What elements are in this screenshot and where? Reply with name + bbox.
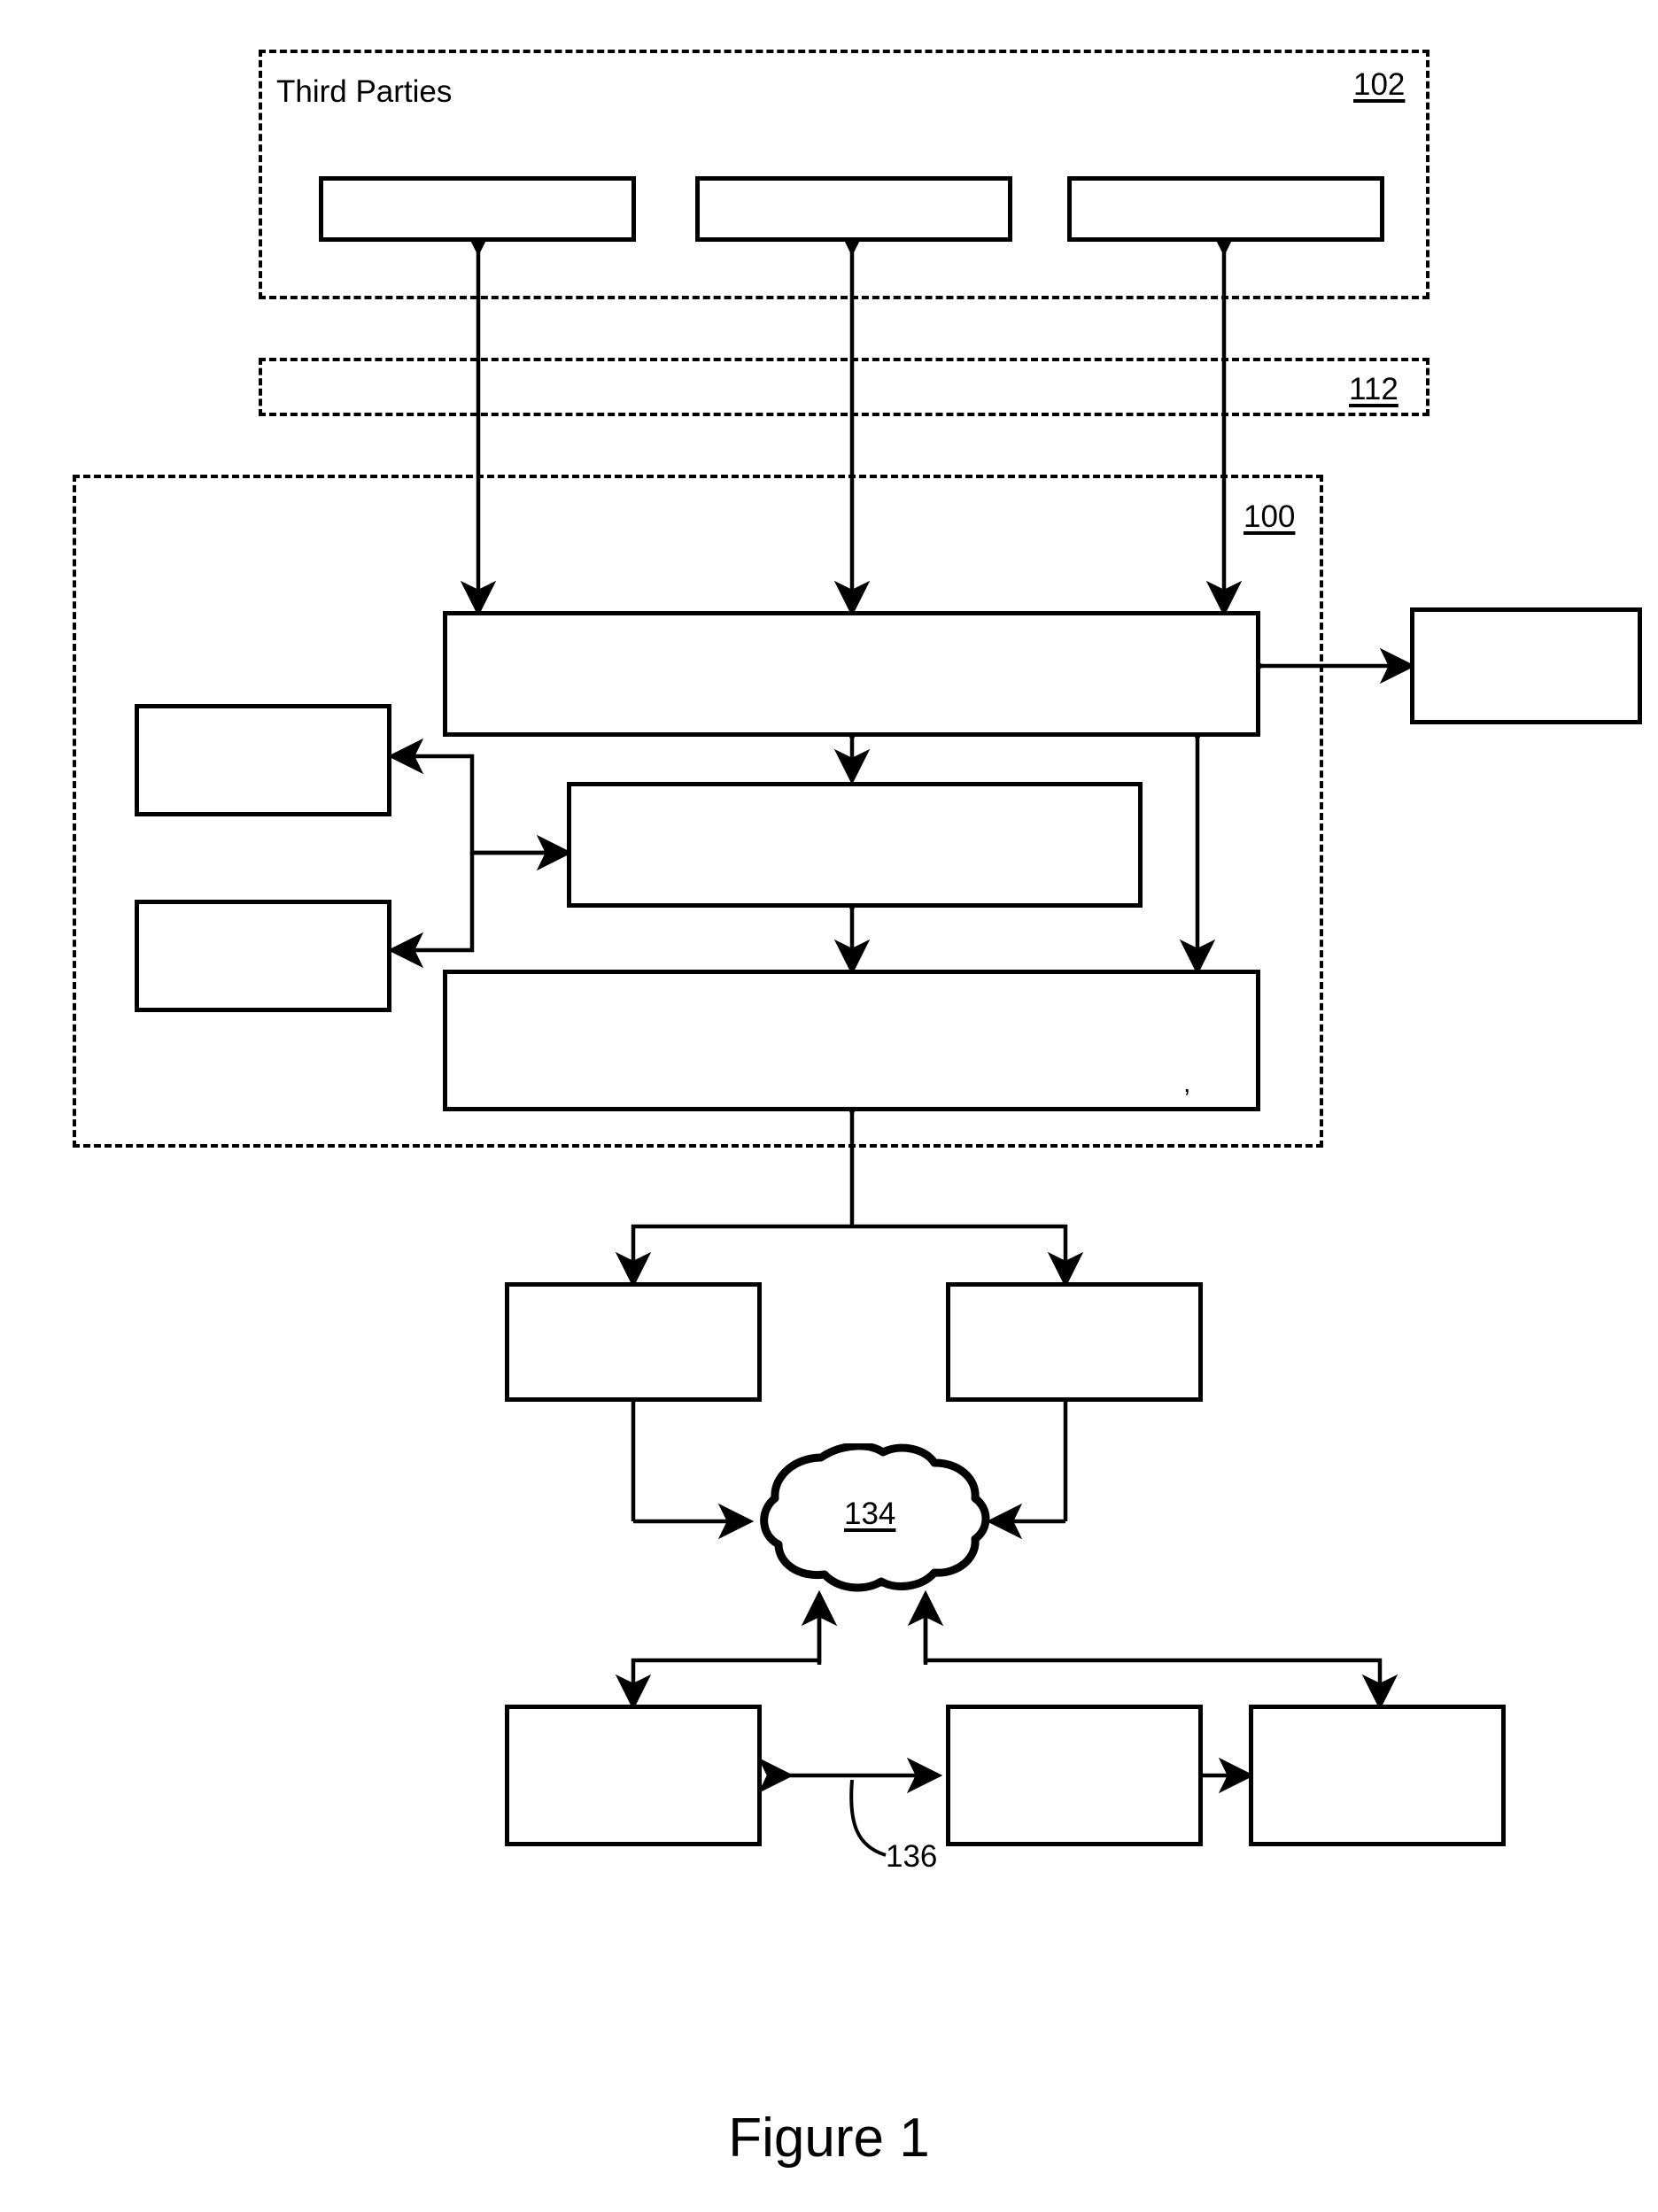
node-service-broker[interactable]	[567, 782, 1143, 908]
node-dhcp-server[interactable]	[505, 1282, 762, 1402]
node-subscriber-profile-access-management-system[interactable]	[443, 970, 1260, 1111]
node-bss-oss[interactable]	[135, 704, 391, 816]
region-third-parties-ref: 102	[1353, 67, 1406, 102]
node-third-party-access-gateway[interactable]	[443, 611, 1260, 737]
figure-caption: Figure 1	[728, 2108, 930, 2169]
node-network-layer[interactable]	[135, 900, 391, 1012]
node-network-cloud-ref: 134	[844, 1497, 896, 1531]
patent-figure: Third Parties 102 112 100 , 134 136 Figu…	[0, 0, 1658, 2212]
node-devices[interactable]	[319, 176, 636, 242]
link-136-ref: 136	[886, 1839, 938, 1874]
stray-comma-mark: ,	[1183, 1069, 1191, 1098]
node-subscriber-126[interactable]	[946, 1705, 1203, 1846]
region-interface-layer	[259, 358, 1429, 416]
region-operator-domain-ref: 100	[1244, 499, 1296, 534]
node-applications[interactable]	[695, 176, 1012, 242]
node-others[interactable]	[1067, 176, 1384, 242]
node-radius-server[interactable]	[946, 1282, 1203, 1402]
node-service-provider[interactable]	[1410, 607, 1642, 724]
region-interface-layer-ref: 112	[1349, 372, 1398, 406]
node-subscriber-124[interactable]	[505, 1705, 762, 1846]
region-third-parties-title: Third Parties	[276, 74, 453, 109]
node-nas-system[interactable]	[1249, 1705, 1506, 1846]
